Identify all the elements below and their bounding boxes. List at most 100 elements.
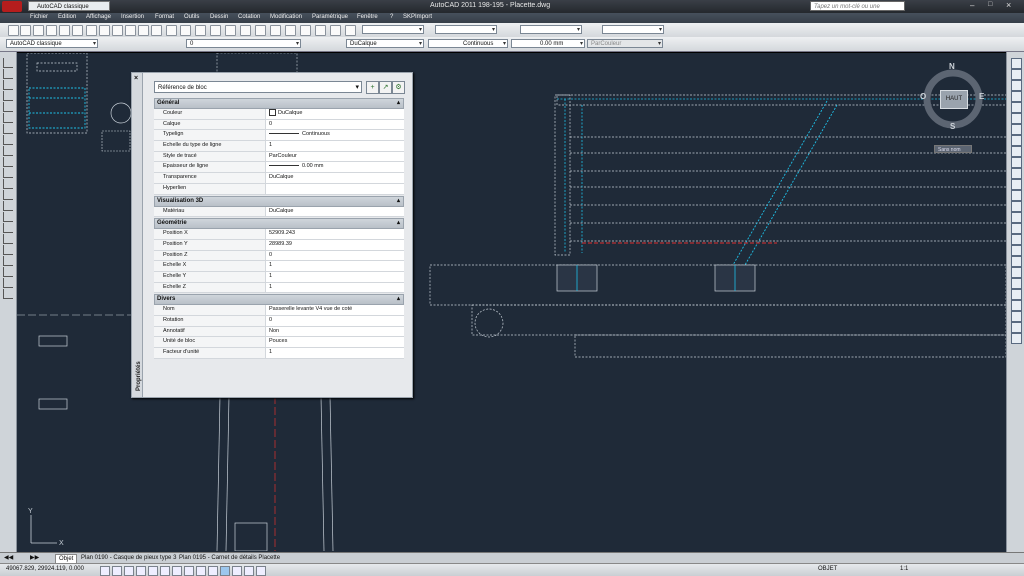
toolbar-icon[interactable] <box>255 25 266 36</box>
color-combo[interactable]: DuCalque <box>346 39 424 49</box>
modify-tool-icon[interactable] <box>1011 223 1022 234</box>
tab-nav-last-icon[interactable]: ▶▶ <box>30 554 39 561</box>
property-value[interactable]: Passerelle levante V4 vue de coté <box>266 305 404 315</box>
close-icon[interactable]: × <box>134 75 138 82</box>
object-type-select[interactable]: Référence de bloc <box>154 81 362 94</box>
toolbar-icon[interactable] <box>8 25 19 36</box>
workspace-selector[interactable]: AutoCAD classique <box>28 1 110 11</box>
toolbar-icon[interactable] <box>151 25 162 36</box>
toolbar-icon[interactable] <box>285 25 296 36</box>
modify-tool-icon[interactable] <box>1011 267 1022 278</box>
compass-north-label[interactable]: N <box>949 62 955 71</box>
draw-tool-icon[interactable] <box>3 157 13 167</box>
toolbar-icon[interactable] <box>33 25 44 36</box>
modify-tool-icon[interactable] <box>1011 179 1022 190</box>
property-value[interactable]: DuCalque <box>266 173 404 183</box>
property-row[interactable]: Matériau DuCalque <box>154 206 404 218</box>
property-value[interactable]: 0 <box>266 316 404 326</box>
toolbar-icon[interactable] <box>345 25 356 36</box>
modify-tool-icon[interactable] <box>1011 322 1022 333</box>
palette-titlebar[interactable]: × Propriétés <box>132 73 143 397</box>
mleader-combo[interactable] <box>602 25 664 35</box>
draw-tool-icon[interactable] <box>3 190 13 200</box>
draw-tool-icon[interactable] <box>3 135 13 145</box>
modify-tool-icon[interactable] <box>1011 289 1022 300</box>
quick-select-icon[interactable]: ⚙ <box>392 81 405 94</box>
draw-tool-icon[interactable] <box>3 80 13 90</box>
compass-west-label[interactable]: O <box>920 92 926 101</box>
layer-combo[interactable]: 0 <box>186 39 301 49</box>
modify-tool-icon[interactable] <box>1011 91 1022 102</box>
draw-tool-icon[interactable] <box>3 201 13 211</box>
toolbar-icon[interactable] <box>225 25 236 36</box>
close-button[interactable]: × <box>1006 0 1011 10</box>
property-section-header[interactable]: Général <box>154 98 404 109</box>
property-value[interactable]: 28989.39 <box>266 240 404 250</box>
property-row[interactable]: Rotation 0 <box>154 316 404 327</box>
property-value[interactable]: 1 <box>266 141 404 151</box>
toolbar-icon[interactable] <box>240 25 251 36</box>
property-section-header[interactable]: Visualisation 3D <box>154 195 404 207</box>
toolbar-icon[interactable] <box>315 25 326 36</box>
draw-tool-icon[interactable] <box>3 91 13 101</box>
modify-tool-icon[interactable] <box>1011 102 1022 113</box>
compass-south-label[interactable]: S <box>950 122 955 131</box>
property-value[interactable]: Non <box>266 327 404 337</box>
toggle-pickadd-icon[interactable]: + <box>366 81 379 94</box>
maximize-button[interactable]: □ <box>988 1 992 8</box>
modify-tool-icon[interactable] <box>1011 168 1022 179</box>
property-value[interactable]: 1 <box>266 283 404 293</box>
modify-tool-icon[interactable] <box>1011 157 1022 168</box>
tab-nav-first-icon[interactable]: ◀◀ <box>4 554 13 561</box>
viewcube-face[interactable]: HAUT <box>940 90 968 109</box>
menu-item[interactable]: Cotation <box>238 14 260 20</box>
minimize-button[interactable]: – <box>970 1 974 10</box>
property-value[interactable]: DuCalque <box>266 207 404 217</box>
menu-item[interactable]: Dessin <box>210 14 228 20</box>
menu-item[interactable]: Modification <box>270 14 302 20</box>
toolbar-icon[interactable] <box>125 25 136 36</box>
linetype-combo[interactable]: Continuous <box>428 39 508 49</box>
property-row[interactable]: Position Y 28989.39 <box>154 239 404 251</box>
property-value[interactable]: Continuous <box>266 130 404 140</box>
modify-tool-icon[interactable] <box>1011 278 1022 289</box>
toolbar-icon[interactable] <box>166 25 177 36</box>
toolbar-icon[interactable] <box>20 25 31 36</box>
property-value[interactable]: 1 <box>266 261 404 271</box>
draw-tool-icon[interactable] <box>3 113 13 123</box>
dimstyle-combo[interactable] <box>435 25 497 35</box>
property-row[interactable]: Position Z0 <box>154 250 404 262</box>
draw-tool-icon[interactable] <box>3 168 13 178</box>
modify-tool-icon[interactable] <box>1011 190 1022 201</box>
modify-tool-icon[interactable] <box>1011 300 1022 311</box>
toolbar-icon[interactable] <box>59 25 70 36</box>
search-input[interactable]: Tapez un mot-clé ou une expression <box>810 1 905 20</box>
modify-tool-icon[interactable] <box>1011 124 1022 135</box>
modify-tool-icon[interactable] <box>1011 113 1022 124</box>
property-value[interactable]: 0 <box>266 120 404 130</box>
property-value[interactable]: Pouces <box>266 337 404 347</box>
property-row[interactable]: Unité de bloc Pouces <box>154 337 404 349</box>
select-objects-icon[interactable]: ↗ <box>379 81 392 94</box>
property-row[interactable]: Annotatif Non <box>154 326 404 338</box>
property-row[interactable]: Nom Passerelle levante V4 vue de coté <box>154 305 404 316</box>
property-row[interactable]: Couleur DuCalque <box>154 109 404 120</box>
modify-tool-icon[interactable] <box>1011 135 1022 146</box>
toolbar-icon[interactable] <box>270 25 281 36</box>
draw-tool-icon[interactable] <box>3 102 13 112</box>
menu-item[interactable]: Fenêtre <box>357 14 378 20</box>
menu-item[interactable]: Outils <box>184 14 199 20</box>
property-row[interactable]: Style de tracé ParCouleur <box>154 151 404 163</box>
modify-tool-icon[interactable] <box>1011 245 1022 256</box>
property-value[interactable]: 1 <box>266 272 404 282</box>
property-row[interactable]: Hyperlien <box>154 183 404 195</box>
modify-tool-icon[interactable] <box>1011 333 1022 344</box>
property-value[interactable]: 0 <box>266 251 404 261</box>
property-value[interactable]: ParCouleur <box>266 152 404 162</box>
property-value[interactable]: 52909.243 <box>266 229 404 239</box>
draw-tool-icon[interactable] <box>3 124 13 134</box>
property-row[interactable]: Epaisseur de ligne 0.00 mm <box>154 162 404 174</box>
ucs-menu-button[interactable]: Sans nom <box>934 145 972 153</box>
property-row[interactable]: Position X 52909.243 <box>154 229 404 240</box>
draw-tool-icon[interactable] <box>3 146 13 156</box>
